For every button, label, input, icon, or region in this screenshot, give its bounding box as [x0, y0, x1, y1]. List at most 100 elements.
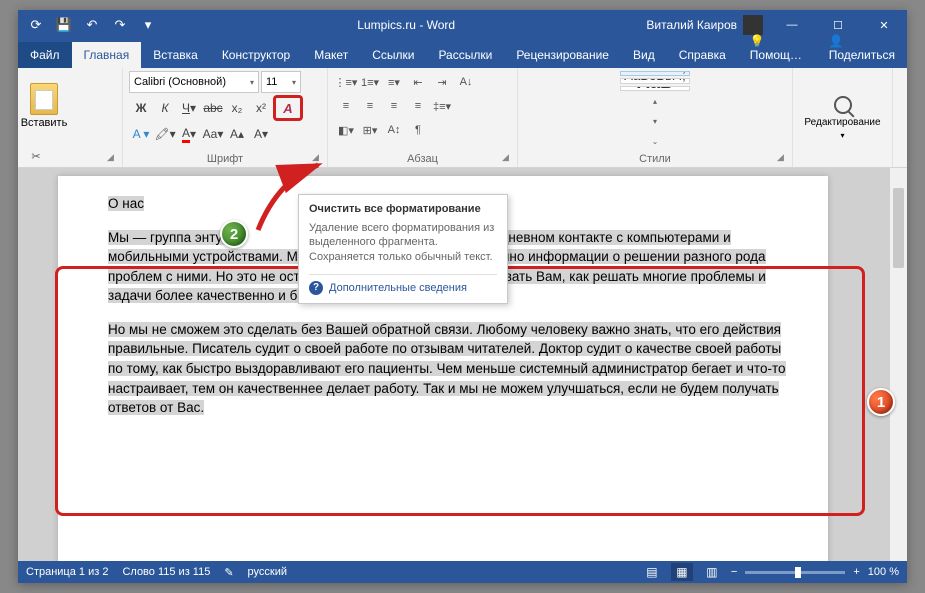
italic-button[interactable]: К — [153, 97, 177, 119]
strike-button[interactable]: abc — [201, 97, 225, 119]
style-heading1[interactable]: АаБ Заголово… — [620, 86, 690, 91]
show-marks-button[interactable]: ¶ — [406, 119, 430, 141]
scroll-thumb[interactable] — [893, 188, 904, 268]
tab-home[interactable]: Главная — [72, 42, 142, 68]
text-effects-button[interactable]: A ▾ — [129, 123, 153, 145]
vertical-scrollbar[interactable] — [890, 168, 907, 561]
highlight-button[interactable]: 🖍▾ — [153, 123, 177, 145]
tab-file[interactable]: Файл — [18, 42, 72, 68]
font-size-combo[interactable]: 11▾ — [261, 71, 301, 93]
align-left-button[interactable]: ≡ — [334, 95, 358, 117]
tooltip-clear-formatting: Очистить все форматирование Удаление все… — [298, 194, 508, 304]
undo-icon[interactable]: ↶ — [80, 13, 104, 37]
tab-references[interactable]: Ссылки — [360, 42, 426, 68]
tab-review[interactable]: Рецензирование — [504, 42, 621, 68]
tab-insert[interactable]: Вставка — [141, 42, 210, 68]
align-center-button[interactable]: ≡ — [358, 95, 382, 117]
tab-mailings[interactable]: Рассылки — [426, 42, 504, 68]
tooltip-body: Удаление всего форматирования из выделен… — [309, 221, 497, 264]
clipboard-launcher[interactable]: ◢ — [107, 152, 119, 164]
justify-button[interactable]: ≡ — [406, 95, 430, 117]
font-color-button[interactable]: A▾ — [177, 123, 201, 145]
sort-button[interactable]: A↓ — [454, 71, 478, 93]
tab-view[interactable]: Вид — [621, 42, 667, 68]
clear-formatting-button[interactable]: A — [273, 95, 303, 121]
paragraph-launcher[interactable]: ◢ — [502, 152, 514, 164]
tab-design[interactable]: Конструктор — [210, 42, 302, 68]
redo-icon[interactable]: ↷ — [108, 13, 132, 37]
font-label: Шрифт — [129, 151, 321, 165]
editing-label: Редактирование — [804, 117, 880, 128]
styles-more-button[interactable]: ⌄ — [647, 133, 663, 151]
tab-layout[interactable]: Макет — [302, 42, 360, 68]
status-proofing-icon[interactable]: ✎ — [224, 566, 233, 579]
paste-icon — [30, 83, 58, 115]
search-icon — [834, 96, 852, 114]
doc-heading: О нас — [108, 196, 144, 211]
qat-more-icon[interactable]: ▾ — [136, 13, 160, 37]
paste-button[interactable]: Вставить — [24, 71, 64, 141]
font-launcher[interactable]: ◢ — [312, 152, 324, 164]
cut-icon[interactable]: ✂ — [24, 145, 48, 167]
style-no-spacing[interactable]: АаБбВвГг, ¶ Без инте… — [620, 78, 690, 83]
save-icon[interactable]: 💾 — [52, 13, 76, 37]
tooltip-help-link[interactable]: ? Дополнительные сведения — [309, 274, 497, 295]
tab-tellme[interactable]: 💡 Помощ… — [738, 28, 817, 68]
tab-help[interactable]: Справка — [667, 42, 738, 68]
clear-formatting-icon: A — [283, 101, 292, 116]
zoom-value[interactable]: 100 % — [868, 566, 899, 578]
shading-button[interactable]: ◧▾ — [334, 119, 358, 141]
group-font: Calibri (Основной)▾ 11▾ Ж К Ч ▾ abc x₂ x… — [123, 68, 328, 167]
paragraph-label: Абзац — [334, 151, 511, 165]
statusbar: Страница 1 из 2 Слово 115 из 115 ✎ русск… — [18, 561, 907, 583]
styles-label: Стили — [524, 151, 786, 165]
view-read-icon[interactable]: ▤ — [641, 563, 663, 581]
annotation-badge-2: 2 — [220, 220, 248, 248]
group-paragraph: ⋮≡▾ 1≡▾ ≡▾ ⇤ ⇥ A↓ ≡ ≡ ≡ ≡ ‡≡▾ ◧▾ ⊞▾ — [328, 68, 518, 167]
change-case-button[interactable]: Aa▾ — [201, 123, 225, 145]
status-page[interactable]: Страница 1 из 2 — [26, 566, 108, 578]
annotation-badge-1: 1 — [867, 388, 895, 416]
increase-indent-button[interactable]: ⇥ — [430, 71, 454, 93]
styles-down-button[interactable]: ▾ — [647, 113, 663, 131]
zoom-slider[interactable] — [745, 571, 845, 574]
grow-font-button[interactable]: A▴ — [225, 123, 249, 145]
align-right-button[interactable]: ≡ — [382, 95, 406, 117]
info-icon: ? — [309, 281, 323, 295]
doc-p1a: Мы — группа энтузи — [108, 230, 236, 245]
bullets-button[interactable]: ⋮≡▾ — [334, 71, 358, 93]
bold-button[interactable]: Ж — [129, 97, 153, 119]
editing-button[interactable]: Редактирование ▾ — [799, 71, 886, 165]
underline-button[interactable]: Ч ▾ — [177, 97, 201, 119]
quick-access-toolbar: ⟳ 💾 ↶ ↷ ▾ — [18, 13, 166, 37]
line-spacing-button[interactable]: ‡≡▾ — [430, 95, 454, 117]
paste-label: Вставить — [21, 117, 68, 129]
numbering-button[interactable]: 1≡▾ — [358, 71, 382, 93]
tooltip-title: Очистить все форматирование — [309, 203, 497, 215]
font-name-combo[interactable]: Calibri (Основной)▾ — [129, 71, 259, 93]
status-words[interactable]: Слово 115 из 115 — [122, 566, 210, 578]
group-editing: Редактирование ▾ — [793, 68, 893, 167]
window-title: Lumpics.ru - Word — [166, 18, 646, 32]
subscript-button[interactable]: x₂ — [225, 97, 249, 119]
styles-up-button[interactable]: ▴ — [647, 93, 663, 111]
zoom-in-button[interactable]: + — [853, 566, 859, 578]
multilevel-button[interactable]: ≡▾ — [382, 71, 406, 93]
view-print-icon[interactable]: ▦ — [671, 563, 693, 581]
group-clipboard: Вставить ✂ ⿻ 🖌 Буфер обме… ◢ — [18, 68, 123, 167]
borders-button[interactable]: ⊞▾ — [358, 119, 382, 141]
decrease-indent-button[interactable]: ⇤ — [406, 71, 430, 93]
styles-launcher[interactable]: ◢ — [777, 152, 789, 164]
view-web-icon[interactable]: ▥ — [701, 563, 723, 581]
tab-share[interactable]: 👤 Поделиться — [817, 28, 907, 68]
zoom-out-button[interactable]: − — [731, 566, 737, 578]
doc-p2: Но мы не сможем это сделать без Вашей об… — [108, 322, 786, 415]
group-styles: АаБбВвГг, ¶ Обычный АаБбВвГг, ¶ Без инте… — [518, 68, 793, 167]
superscript-button[interactable]: x² — [249, 97, 273, 119]
shrink-font-button[interactable]: A▾ — [249, 123, 273, 145]
status-language[interactable]: русский — [248, 566, 287, 578]
sort-az-button[interactable]: A↕ — [382, 119, 406, 141]
style-normal[interactable]: АаБбВвГг, ¶ Обычный — [620, 71, 690, 76]
ribbon: Вставить ✂ ⿻ 🖌 Буфер обме… ◢ Calibri (Ос… — [18, 68, 907, 168]
autosave-icon[interactable]: ⟳ — [24, 13, 48, 37]
